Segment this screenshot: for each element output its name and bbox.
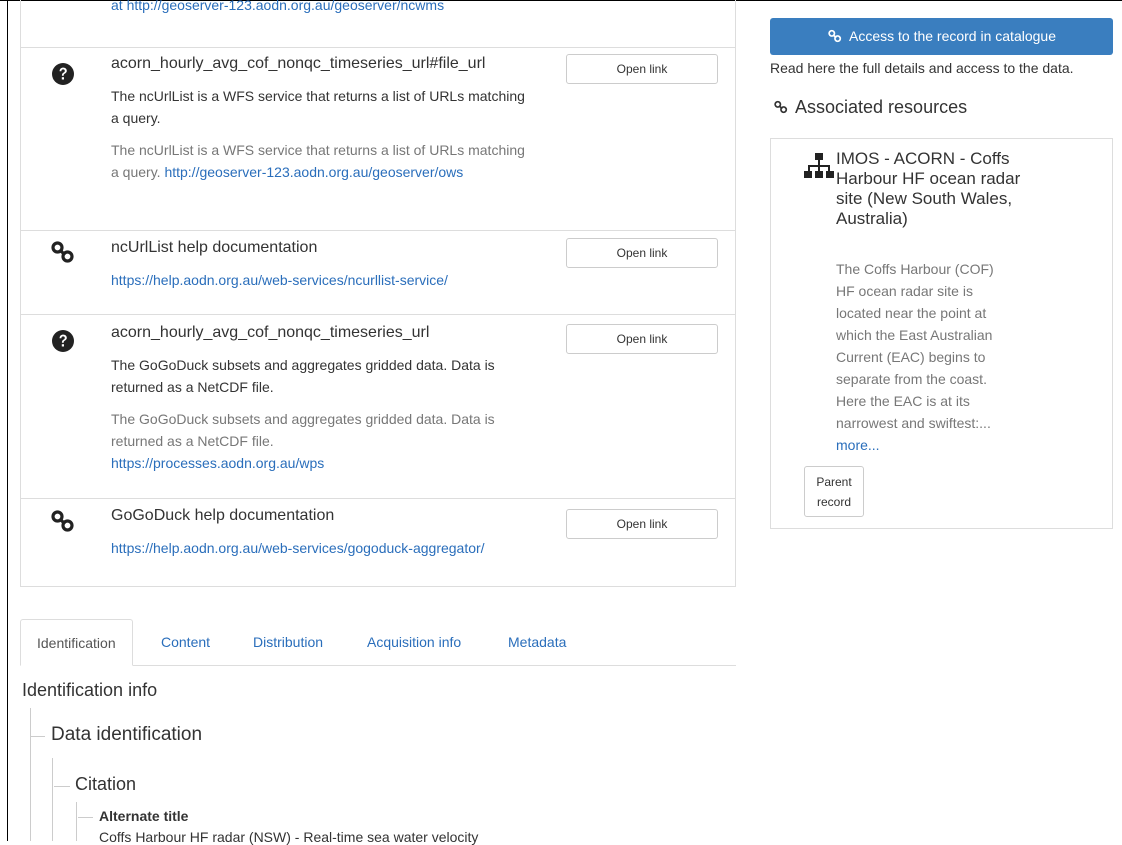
tree-line — [76, 802, 77, 841]
question-circle-icon — [52, 63, 74, 85]
resource-description: The GoGoDuck subsets and aggregates grid… — [111, 357, 495, 395]
tree-line — [30, 736, 45, 737]
tree-line — [52, 758, 53, 841]
citation-heading: Citation — [75, 774, 137, 794]
alternate-title-label: Alternate title — [99, 808, 189, 824]
link-icon — [828, 29, 842, 43]
tree-line — [78, 817, 93, 818]
link-icon — [774, 100, 788, 114]
access-description: Read here the full details and access to… — [770, 60, 1074, 76]
open-link-button[interactable]: Open link — [566, 238, 718, 268]
window-left-border — [7, 0, 8, 841]
question-circle-icon — [52, 330, 74, 352]
tab-content[interactable]: Content — [161, 619, 210, 665]
resource-url-link[interactable]: https://processes.aodn.org.au/wps — [111, 455, 324, 471]
sitemap-icon — [804, 153, 834, 178]
resource-title: acorn_hourly_avg_cof_nonqc_timeseries_ur… — [111, 324, 430, 341]
resource-row: ncUrlList help documentation https://hel… — [21, 230, 735, 315]
associated-resource-description: The Coffs Harbour (COF) HF ocean radar s… — [836, 261, 994, 453]
associated-resources-label: Associated resources — [795, 97, 968, 117]
link-icon — [51, 510, 74, 532]
associated-resource-title[interactable]: IMOS - ACORN - Coffs Harbour HF ocean ra… — [836, 149, 1026, 229]
tab-identification[interactable]: Identification — [20, 619, 133, 666]
link-icon — [51, 241, 74, 263]
truncated-link[interactable]: at http://geoserver-123.aodn.org.au/geos… — [111, 0, 444, 13]
resource-details: https://help.aodn.org.au/web-services/go… — [111, 537, 611, 559]
metadata-tabs: Identification Content Distribution Acqu… — [20, 619, 736, 666]
tab-acquisition-info[interactable]: Acquisition info — [367, 619, 461, 665]
open-link-button[interactable]: Open link — [566, 509, 718, 539]
resource-url-link[interactable]: http://geoserver-123.aodn.org.au/geoserv… — [164, 164, 463, 180]
resource-row: GoGoDuck help documentation https://help… — [21, 498, 735, 587]
online-resources-panel: at http://geoserver-123.aodn.org.au/geos… — [20, 0, 736, 587]
tab-metadata[interactable]: Metadata — [508, 619, 566, 665]
alternate-title-value: Coffs Harbour HF radar (NSW) - Real-time… — [99, 829, 479, 845]
resource-row: acorn_hourly_avg_cof_nonqc_timeseries_ur… — [21, 314, 735, 499]
identification-info-heading: Identification info — [22, 680, 158, 700]
associated-resources-heading: Associated resources — [773, 97, 967, 118]
resource-title: ncUrlList help documentation — [111, 239, 318, 256]
resource-details: The GoGoDuck subsets and aggregates grid… — [111, 411, 495, 471]
more-link[interactable]: more... — [836, 437, 880, 453]
access-record-button[interactable]: Access to the record in catalogue — [770, 18, 1113, 55]
resource-row: acorn_hourly_avg_cof_nonqc_timeseries_ur… — [21, 47, 735, 231]
resource-details: https://help.aodn.org.au/web-services/nc… — [111, 269, 611, 291]
access-record-label: Access to the record in catalogue — [848, 28, 1056, 44]
tree-line — [54, 786, 70, 787]
open-link-button[interactable]: Open link — [566, 54, 718, 84]
open-link-button[interactable]: Open link — [566, 324, 718, 354]
resource-description: The ncUrlList is a WFS service that retu… — [111, 88, 525, 126]
resource-details: The ncUrlList is a WFS service that retu… — [111, 142, 525, 180]
resource-url-link[interactable]: https://help.aodn.org.au/web-services/go… — [111, 540, 485, 556]
tree-line — [30, 708, 31, 841]
resource-url-link[interactable]: https://help.aodn.org.au/web-services/nc… — [111, 272, 448, 288]
data-identification-heading: Data identification — [51, 724, 203, 745]
parent-record-button[interactable]: Parent record — [804, 466, 864, 517]
resource-title: GoGoDuck help documentation — [111, 507, 335, 524]
resource-title: acorn_hourly_avg_cof_nonqc_timeseries_ur… — [111, 55, 486, 72]
tab-distribution[interactable]: Distribution — [253, 619, 323, 665]
